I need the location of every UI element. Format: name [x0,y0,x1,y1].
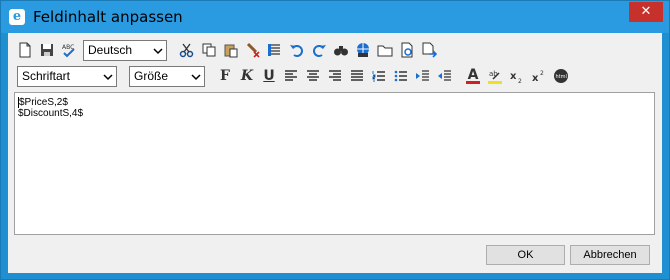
spellcheck-icon[interactable]: ABC [58,39,80,61]
cancel-button[interactable]: Abbrechen [570,245,650,265]
cut-icon[interactable] [176,39,198,61]
superscript-icon[interactable]: x2 [528,65,550,87]
insert-link-icon[interactable] [352,39,374,61]
editor-line-1: $PriceS,2$ [19,97,68,108]
size-select-value: Größe [134,69,169,83]
undo-icon[interactable] [286,39,308,61]
chevron-down-icon [103,73,113,80]
toolbar-row-2: Schriftart Größe F K U A ab x 2 x 2 html [14,65,572,87]
outdent-icon[interactable] [434,65,456,87]
subscript-icon[interactable]: x2 [506,65,528,87]
justify-icon[interactable] [346,65,368,87]
editor-line-2: $DiscountS,4$ [18,108,84,119]
svg-text:ab: ab [489,70,498,78]
numbered-list-icon[interactable] [368,65,390,87]
language-select[interactable]: Deutsch [83,39,167,61]
ok-button[interactable]: OK [486,245,565,265]
underline-icon[interactable]: U [258,65,280,87]
svg-text:2: 2 [518,78,522,84]
dialog-client: ABC Deutsch Schriftart Größe F K U A ab … [8,33,662,273]
close-button[interactable]: ✕ [629,2,663,22]
editor-line: $DiscountS,4$ [18,108,651,119]
font-select-value: Schriftart [22,69,71,83]
align-center-icon[interactable] [302,65,324,87]
italic-icon[interactable]: K [236,65,258,87]
html-icon[interactable]: html [550,65,572,87]
find-icon[interactable] [330,39,352,61]
font-color-icon[interactable]: A [462,65,484,87]
new-document-icon[interactable] [14,39,36,61]
svg-text:x: x [510,71,517,82]
window-title: Feldinhalt anpassen [33,8,183,26]
svg-text:html: html [556,74,567,80]
svg-text:x: x [532,73,539,84]
redo-icon[interactable] [308,39,330,61]
bold-icon[interactable]: F [214,65,236,87]
editor-line: $PriceS,2$ [18,97,651,108]
chevron-down-icon [191,73,201,80]
open-folder-icon[interactable] [374,39,396,61]
title-bar[interactable]: e Feldinhalt anpassen ✕ [1,1,669,33]
paragraph-icon[interactable] [264,39,286,61]
paste-icon[interactable] [220,39,242,61]
svg-text:2: 2 [540,70,544,77]
align-right-icon[interactable] [324,65,346,87]
bullet-list-icon[interactable] [390,65,412,87]
app-icon: e [9,9,25,25]
toolbar-row-1: ABC Deutsch [14,39,440,61]
highlight-icon[interactable]: ab [484,65,506,87]
language-select-value: Deutsch [88,43,133,57]
align-left-icon[interactable] [280,65,302,87]
preview-icon[interactable] [396,39,418,61]
clear-format-icon[interactable] [242,39,264,61]
content-editor[interactable]: $PriceS,2$ $DiscountS,4$ [14,92,655,235]
dialog-window: e Feldinhalt anpassen ✕ ABC Deutsch Schr… [0,0,670,280]
indent-icon[interactable] [412,65,434,87]
save-icon[interactable] [36,39,58,61]
size-select[interactable]: Größe [129,65,205,87]
export-icon[interactable] [418,39,440,61]
font-color-glyph: A [467,66,479,83]
copy-icon[interactable] [198,39,220,61]
chevron-down-icon [153,47,163,54]
font-select[interactable]: Schriftart [17,65,117,87]
